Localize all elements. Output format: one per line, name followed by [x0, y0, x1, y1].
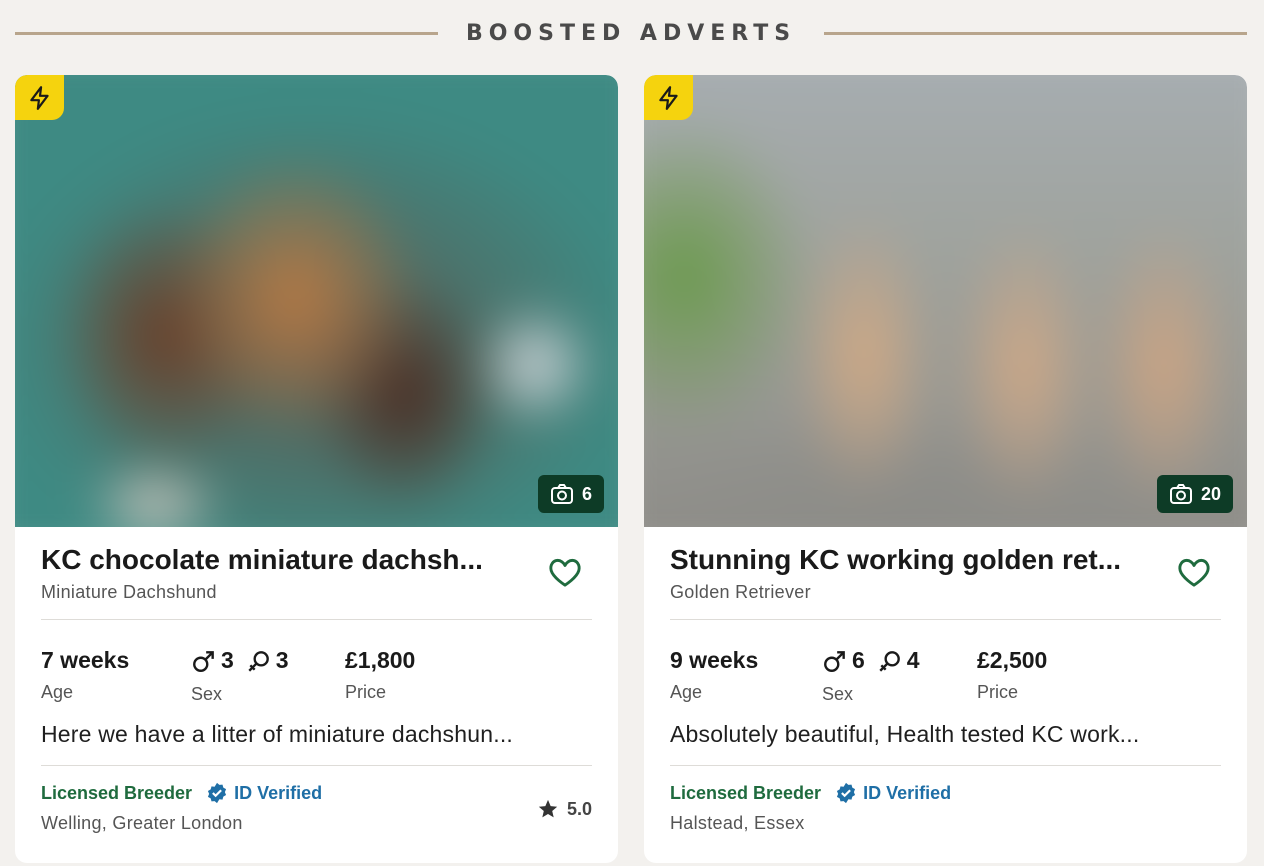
age-label: Age	[41, 682, 74, 702]
divider	[41, 619, 592, 620]
price-stat: £1,800 Price	[345, 647, 415, 703]
advert-location: Halstead, Essex	[670, 813, 805, 833]
photo-count-value: 6	[581, 483, 592, 504]
boost-lightning-icon	[644, 75, 693, 120]
blurred-puppy-image	[15, 75, 618, 527]
advert-card[interactable]: 20 Stunning KC working golden ret... Gol…	[644, 75, 1247, 863]
photo-count-badge[interactable]: 20	[1156, 475, 1233, 513]
seller-rating: 5.0	[537, 798, 592, 820]
licensed-breeder-badge: Licensed Breeder	[41, 782, 193, 803]
price-value: £2,500	[977, 647, 1048, 673]
female-count: 3	[275, 647, 289, 673]
advert-breed: Miniature Dachshund	[41, 582, 217, 602]
female-count: 4	[906, 647, 920, 673]
advert-breed: Golden Retriever	[670, 582, 811, 602]
camera-icon	[1169, 484, 1192, 504]
blurred-puppy-image	[644, 75, 1247, 527]
id-verified-label: ID Verified	[234, 782, 323, 803]
age-value: 9 weeks	[670, 647, 759, 673]
female-icon	[248, 650, 269, 672]
age-stat: 7 weeks Age	[41, 647, 129, 703]
female-icon	[879, 650, 900, 672]
rating-value: 5.0	[566, 798, 592, 819]
verified-check-icon	[837, 782, 856, 804]
advert-card[interactable]: 6 KC chocolate miniature dachsh... Minia…	[15, 75, 618, 863]
advert-location: Welling, Greater London	[41, 813, 243, 833]
price-value: £1,800	[345, 647, 416, 673]
seller-badges: Licensed Breeder ID Verified	[670, 782, 951, 804]
advert-photo[interactable]: 6	[15, 75, 618, 527]
section-header: BOOSTED ADVERTS	[15, 0, 1247, 66]
section-title: BOOSTED ADVERTS	[465, 20, 797, 46]
seller-badges: Licensed Breeder ID Verified	[41, 782, 322, 804]
price-stat: £2,500 Price	[977, 647, 1047, 703]
advert-description: Here we have a litter of miniature dachs…	[41, 721, 513, 747]
advert-description: Absolutely beautiful, Health tested KC w…	[670, 721, 1140, 747]
age-stat: 9 weeks Age	[670, 647, 758, 703]
divider	[670, 619, 1221, 620]
divider	[41, 765, 592, 766]
age-value: 7 weeks	[41, 647, 130, 673]
star-icon	[538, 799, 558, 818]
price-label: Price	[977, 682, 1019, 702]
id-verified-badge: ID Verified	[206, 782, 322, 804]
camera-icon	[550, 484, 573, 504]
boost-lightning-icon	[15, 75, 64, 120]
sex-label: Sex	[822, 684, 854, 704]
age-label: Age	[670, 682, 703, 702]
divider	[670, 765, 1221, 766]
advert-photo[interactable]: 20	[644, 75, 1247, 527]
photo-count-value: 20	[1200, 483, 1221, 504]
male-count: 6	[852, 647, 865, 673]
male-icon	[193, 650, 214, 672]
licensed-breeder-badge: Licensed Breeder	[670, 782, 822, 803]
header-rule-left	[15, 31, 438, 35]
verified-check-icon	[208, 782, 227, 804]
favourite-heart-icon[interactable]	[1175, 553, 1213, 591]
sex-stat: 6 4 Sex	[822, 647, 920, 705]
advert-headline[interactable]: Stunning KC working golden ret...	[670, 544, 1170, 576]
sex-stat: 3 3 Sex	[191, 647, 289, 705]
header-rule-right	[824, 31, 1247, 35]
male-icon	[824, 650, 845, 672]
sex-label: Sex	[191, 684, 223, 704]
advert-headline[interactable]: KC chocolate miniature dachsh...	[41, 544, 541, 576]
photo-count-badge[interactable]: 6	[537, 475, 604, 513]
favourite-heart-icon[interactable]	[546, 553, 584, 591]
male-count: 3	[221, 647, 234, 673]
id-verified-label: ID Verified	[863, 782, 952, 803]
price-label: Price	[345, 682, 387, 702]
id-verified-badge: ID Verified	[835, 782, 951, 804]
